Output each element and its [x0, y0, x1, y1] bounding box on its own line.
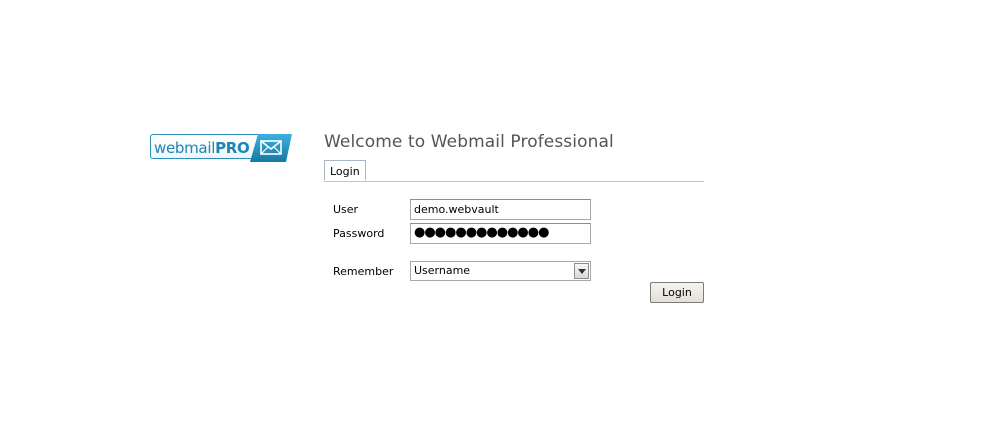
logo-frame: webmailPRO: [150, 134, 262, 159]
user-input[interactable]: demo.webvault: [410, 199, 591, 220]
user-label: User: [333, 203, 359, 216]
remember-selected-value: Username: [414, 264, 471, 277]
envelope-icon: [250, 134, 292, 162]
page-title: Welcome to Webmail Professional: [324, 132, 614, 152]
dropdown-button[interactable]: [574, 263, 589, 279]
remember-select[interactable]: Username: [410, 261, 591, 281]
login-page: webmailPRO Welcome to Webmail Profession…: [0, 0, 985, 436]
logo-text: webmailPRO: [154, 139, 250, 157]
password-input[interactable]: ●●●●●●●●●●●●●: [410, 223, 591, 244]
remember-label: Remember: [333, 265, 394, 278]
login-button[interactable]: Login: [650, 282, 704, 303]
webmailpro-logo: webmailPRO: [150, 133, 292, 163]
tab-divider: [324, 181, 704, 182]
chevron-down-icon: [578, 269, 586, 274]
tab-login[interactable]: Login: [324, 160, 366, 181]
password-label: Password: [333, 227, 385, 240]
